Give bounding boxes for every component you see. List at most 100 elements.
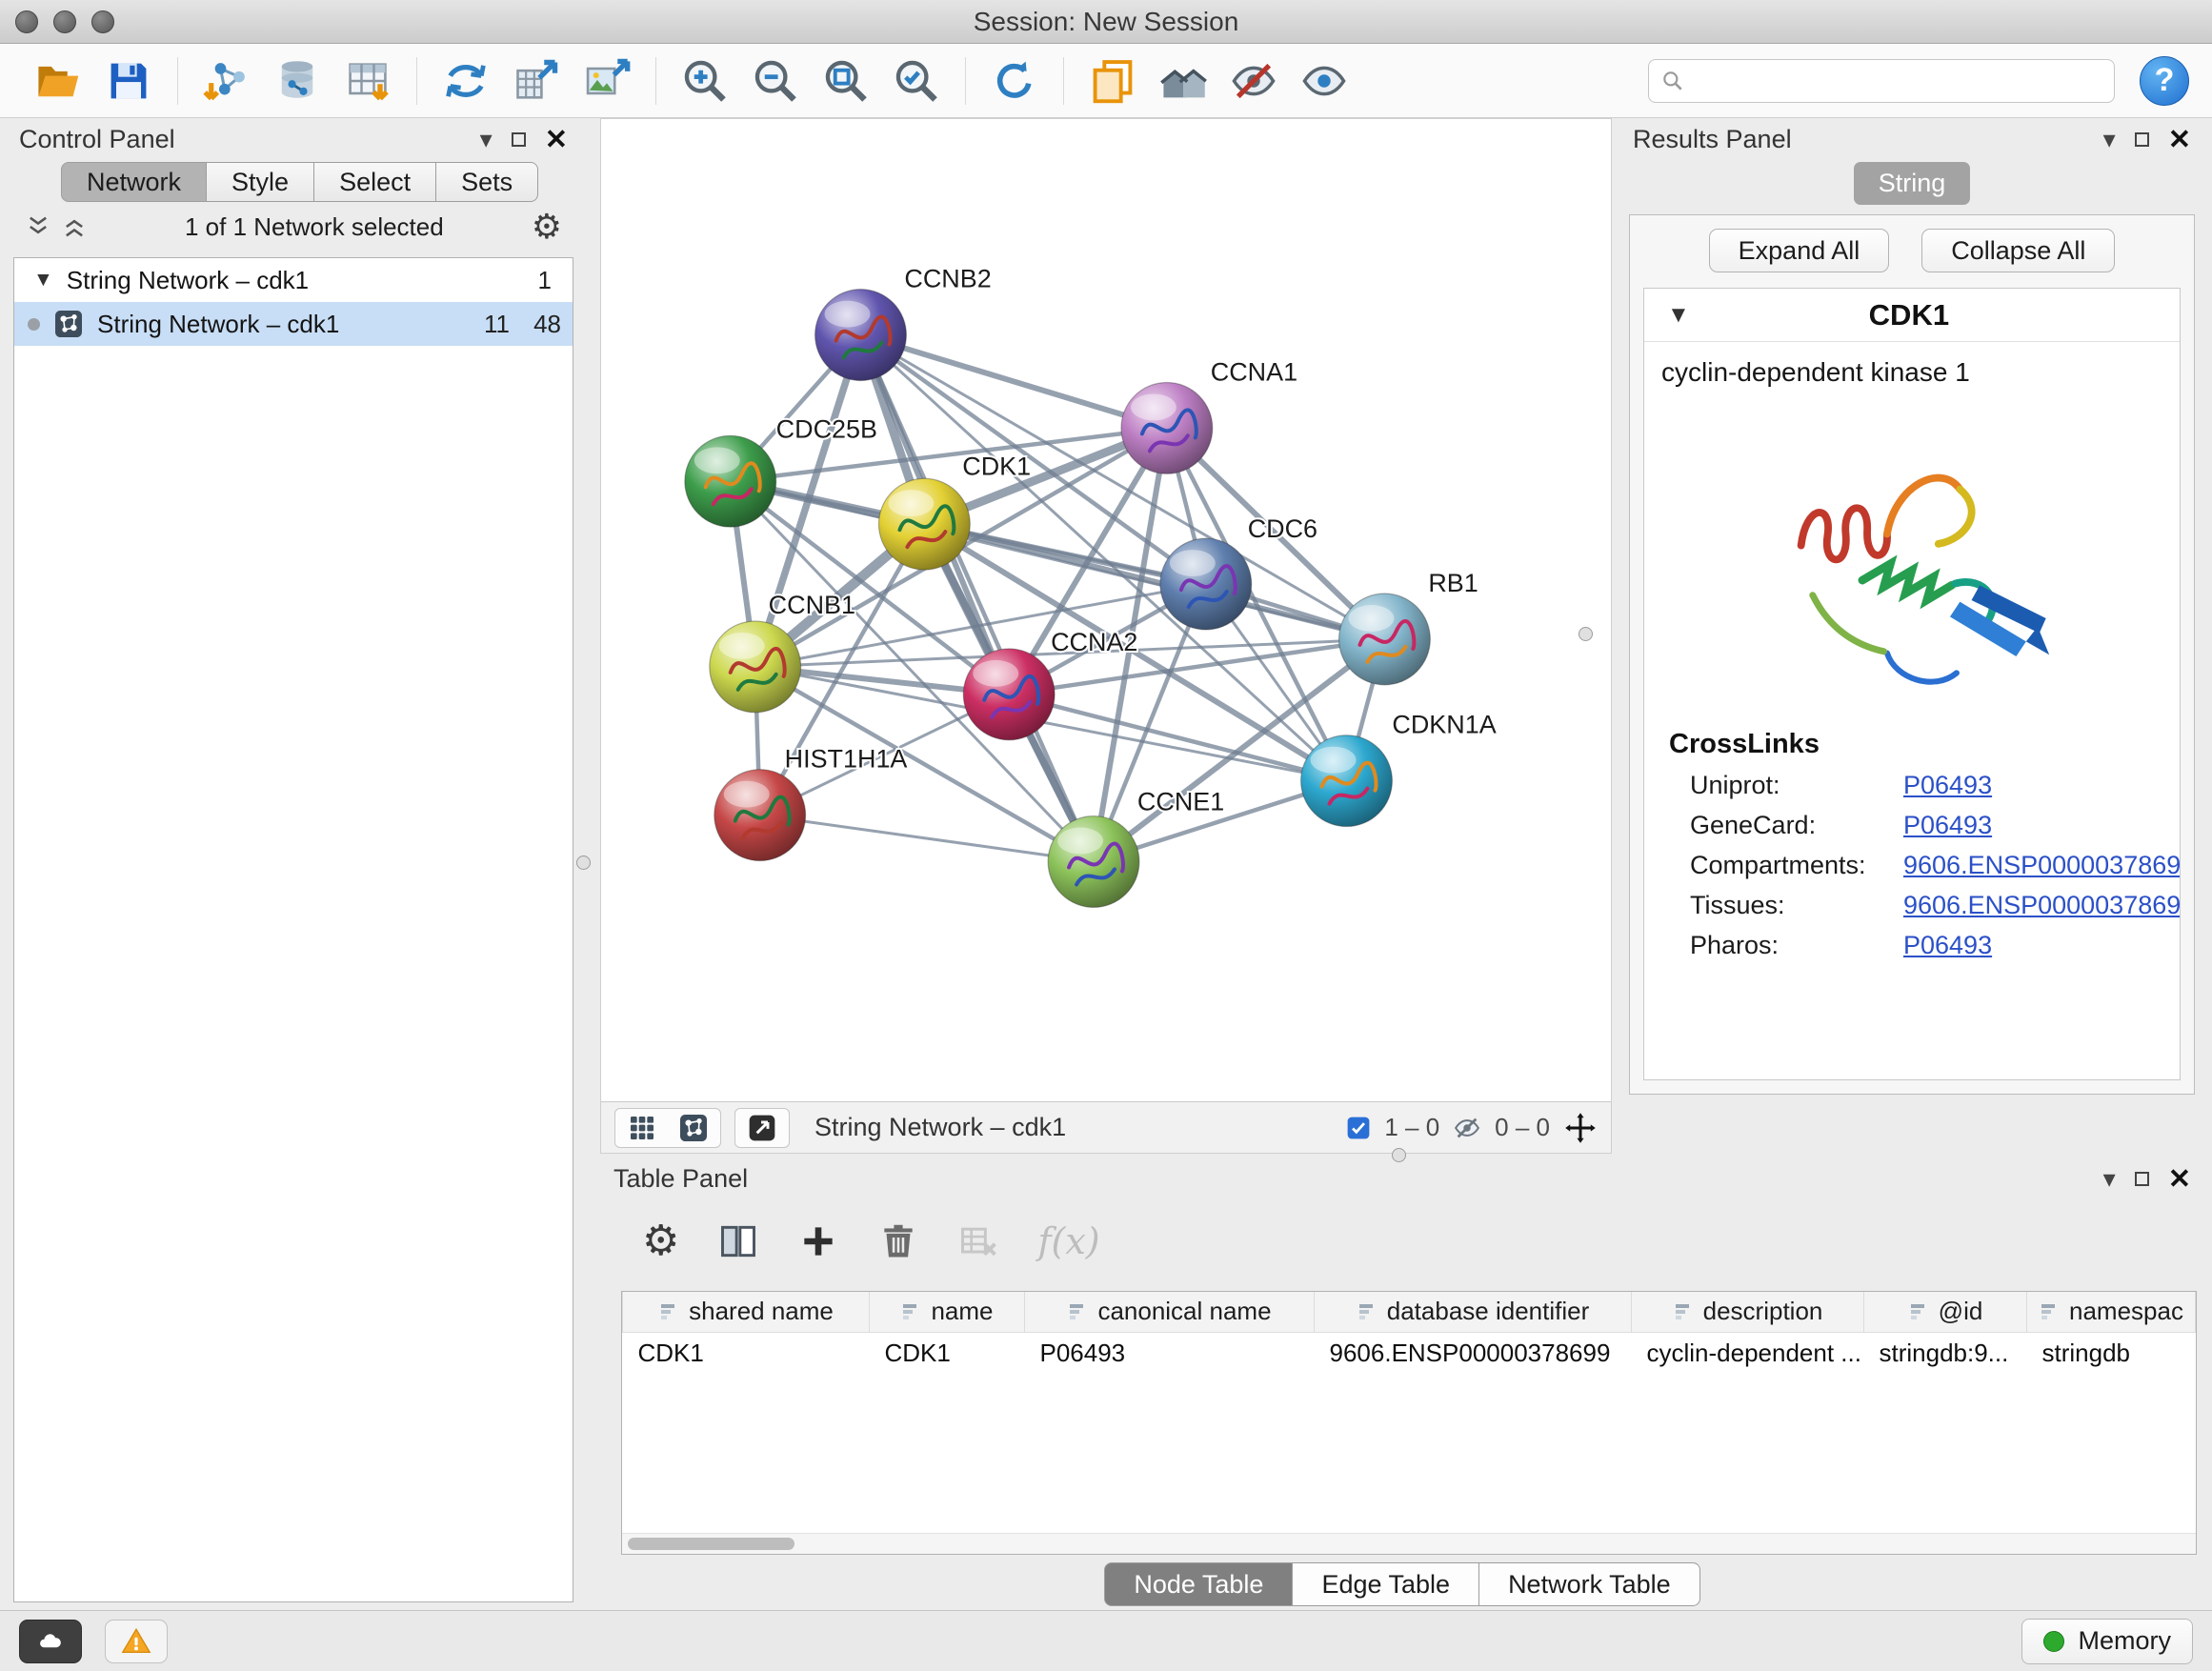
network-node-CDC25B[interactable] [685,435,776,527]
warning-button[interactable] [105,1620,168,1663]
collapse-all-button[interactable]: Collapse All [1921,229,2115,272]
network-node-CCNB1[interactable] [710,621,801,713]
crosslink-value-link[interactable]: P06493 [1903,811,1992,840]
clone-network-button[interactable] [1082,50,1143,111]
tab-string[interactable]: String [1854,162,1971,205]
export-network-button[interactable] [506,50,567,111]
network-tree-row[interactable]: ▼String Network – cdk11 [14,258,573,302]
search-input[interactable] [1695,66,2102,95]
tab-network[interactable]: Network [61,162,207,202]
splitter-handle[interactable] [1579,627,1593,641]
delete-column-button[interactable] [877,1220,919,1262]
export-image-button[interactable] [576,50,637,111]
zoom-selected-button[interactable] [886,50,947,111]
gene-section-header[interactable]: ▼ CDK1 [1644,289,2180,342]
table-cell[interactable]: stringdb [2027,1332,2196,1374]
tab-node-table[interactable]: Node Table [1104,1562,1293,1606]
tab-sets[interactable]: Sets [436,162,538,202]
table-cell[interactable]: cyclin-dependent ... [1632,1332,1864,1374]
network-edge[interactable] [760,815,1094,862]
table-settings-button[interactable]: ⚙ [642,1220,679,1262]
network-tree-row[interactable]: String Network – cdk11148 [14,302,573,346]
panel-float-icon[interactable] [512,132,526,147]
import-network-file-button[interactable] [196,50,257,111]
crosslink-value-link[interactable]: 9606.ENSP00000378699 [1903,851,2181,880]
tab-style[interactable]: Style [207,162,314,202]
help-button[interactable]: ? [2140,56,2189,106]
move-crosshair-icon[interactable] [1563,1111,1598,1145]
show-columns-button[interactable] [717,1220,759,1262]
disclosure-triangle-icon[interactable]: ▼ [33,269,53,292]
splitter-handle[interactable] [1392,1148,1406,1162]
expand-all-button[interactable]: Expand All [1709,229,1890,272]
tab-network-table[interactable]: Network Table [1479,1562,1700,1606]
expand-all-icon[interactable] [61,213,88,240]
hidden-eye-icon[interactable] [1453,1114,1481,1142]
hide-selected-button[interactable] [1223,50,1284,111]
panel-menu-icon[interactable]: ▾ [2103,1164,2116,1194]
network-node-CCNA1[interactable] [1121,382,1213,473]
zoom-window-button[interactable] [91,10,114,33]
table-cell[interactable]: stringdb:9... [1864,1332,2027,1374]
close-window-button[interactable] [15,10,38,33]
memory-button[interactable]: Memory [2021,1619,2193,1664]
table-cell[interactable]: 9606.ENSP00000378699 [1315,1332,1632,1374]
network-edge[interactable] [860,335,1094,862]
network-node-CCNA2[interactable] [963,649,1055,740]
network-edge[interactable] [860,335,1166,429]
column-header-shared-name[interactable]: shared name [623,1292,870,1332]
network-node-CCNB2[interactable] [815,290,907,381]
network-node-CDK1[interactable] [878,478,970,570]
table-cell[interactable]: P06493 [1025,1332,1315,1374]
panel-menu-icon[interactable]: ▾ [2103,125,2116,154]
panel-float-icon[interactable] [2135,132,2149,147]
table-cell[interactable]: CDK1 [623,1332,870,1374]
tab-select[interactable]: Select [314,162,436,202]
merge-networks-button[interactable] [435,50,496,111]
import-network-database-button[interactable] [267,50,328,111]
zoom-out-button[interactable] [745,50,806,111]
network-options-gear-icon[interactable]: ⚙ [532,207,562,247]
crosslink-value-link[interactable]: 9606.ENSP00000378699 [1903,891,2181,920]
show-all-button[interactable] [1294,50,1355,111]
network-node-HIST1H1A[interactable] [714,770,806,861]
first-neighbors-button[interactable] [1153,50,1214,111]
column-header-canonical-name[interactable]: canonical name [1025,1292,1315,1332]
network-node-CDC6[interactable] [1160,538,1252,630]
import-table-file-button[interactable] [337,50,398,111]
network-canvas[interactable]: CCNB2CCNA1CDC25BCDK1CDC6RB1CCNB1CCNA2CDK… [601,119,1611,1101]
zoom-fit-button[interactable] [815,50,876,111]
collapse-all-icon[interactable] [25,213,51,240]
network-node-CCNE1[interactable] [1048,816,1139,908]
open-session-button[interactable] [28,50,89,111]
panel-menu-icon[interactable]: ▾ [480,125,493,154]
selected-checkbox-icon[interactable] [1346,1116,1371,1140]
network-node-RB1[interactable] [1339,594,1431,685]
panel-float-icon[interactable] [2135,1172,2149,1186]
splitter-handle[interactable] [576,856,591,870]
minimize-window-button[interactable] [53,10,76,33]
network-node-CDKN1A[interactable] [1301,735,1393,827]
column-header-description[interactable]: description [1632,1292,1864,1332]
tab-edge-table[interactable]: Edge Table [1293,1562,1479,1606]
add-column-button[interactable] [797,1220,839,1262]
column-header-name[interactable]: name [870,1292,1025,1332]
refresh-view-button[interactable] [984,50,1045,111]
column-header--id[interactable]: @id [1864,1292,2027,1332]
export-view-icon[interactable] [747,1113,777,1143]
disclosure-triangle-icon[interactable]: ▼ [1667,302,1690,329]
panel-close-icon[interactable]: ✕ [2168,1162,2191,1196]
crosslink-value-link[interactable]: P06493 [1903,931,1992,960]
column-header-namespac[interactable]: namespac [2027,1292,2196,1332]
table-row[interactable]: CDK1CDK1P064939606.ENSP00000378699cyclin… [623,1332,2196,1374]
string-network-icon[interactable] [678,1113,709,1143]
panel-close-icon[interactable]: ✕ [545,123,568,156]
birdseye-grid-icon[interactable] [627,1113,657,1143]
cloud-button[interactable] [19,1620,82,1663]
horizontal-scrollbar[interactable] [628,1538,794,1550]
save-session-button[interactable] [98,50,159,111]
zoom-in-button[interactable] [674,50,735,111]
panel-close-icon[interactable]: ✕ [2168,123,2191,156]
crosslink-value-link[interactable]: P06493 [1903,771,1992,800]
table-cell[interactable]: CDK1 [870,1332,1025,1374]
